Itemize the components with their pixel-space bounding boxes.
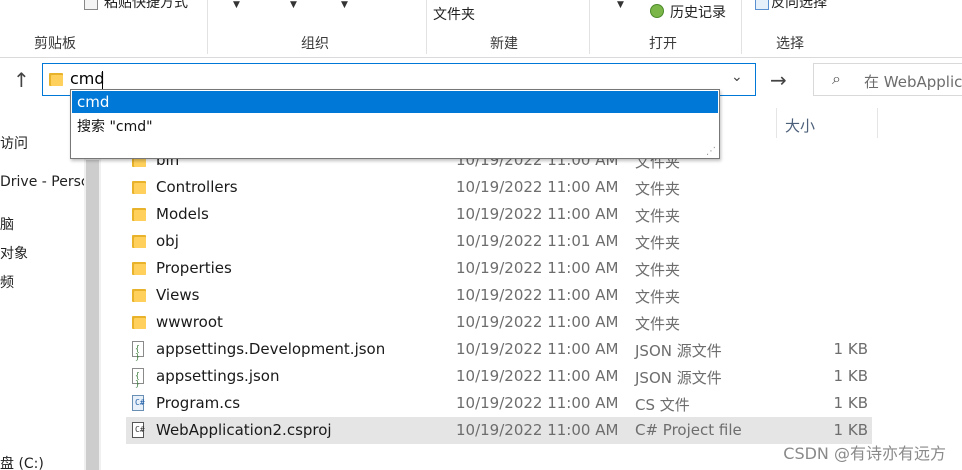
file-date: 10/19/2022 11:00 AM xyxy=(456,367,619,385)
file-row[interactable]: Views 10/19/2022 11:00 AM 文件夹 xyxy=(126,282,872,309)
file-name: wwwroot xyxy=(156,313,223,331)
file-size: 1 KB xyxy=(833,367,868,385)
file-name: Views xyxy=(156,286,200,304)
file-date: 10/19/2022 11:00 AM xyxy=(456,313,619,331)
file-name: Program.cs xyxy=(156,394,241,412)
cs-file-icon: C# xyxy=(131,395,147,411)
file-row[interactable]: Controllers 10/19/2022 11:00 AM 文件夹 xyxy=(126,174,872,201)
resize-grip-icon[interactable]: ⋰ xyxy=(706,146,716,157)
file-row[interactable]: C# WebApplication2.csproj 10/19/2022 11:00… xyxy=(126,417,872,444)
file-size: 1 KB xyxy=(833,394,868,412)
file-date: 10/19/2022 11:00 AM xyxy=(456,259,619,277)
file-date: 10/19/2022 11:00 AM xyxy=(456,178,619,196)
file-date: 10/19/2022 11:01 AM xyxy=(456,232,619,250)
file-row[interactable]: Properties 10/19/2022 11:00 AM 文件夹 xyxy=(126,255,872,282)
folder-icon xyxy=(131,287,147,303)
file-type: JSON 源文件 xyxy=(635,342,722,360)
file-date: 10/19/2022 11:00 AM xyxy=(456,286,619,304)
folder-icon xyxy=(131,260,147,276)
file-type: 文件夹 xyxy=(635,315,681,333)
folder-icon xyxy=(131,179,147,195)
file-date: 10/19/2022 11:00 AM xyxy=(456,205,619,223)
file-name: Controllers xyxy=(156,178,238,196)
file-name: appsettings.Development.json xyxy=(156,340,386,358)
file-type: 文件夹 xyxy=(635,288,681,306)
folder-icon xyxy=(131,314,147,330)
file-date: 10/19/2022 11:00 AM xyxy=(456,340,619,358)
file-date: 10/19/2022 11:00 AM xyxy=(456,421,619,439)
file-size: 1 KB xyxy=(833,340,868,358)
file-name: WebApplication2.csproj xyxy=(156,421,332,439)
json-file-icon: { } xyxy=(131,341,147,361)
file-row[interactable]: wwwroot 10/19/2022 11:00 AM 文件夹 xyxy=(126,309,872,336)
file-date: 10/19/2022 11:00 AM xyxy=(456,394,619,412)
file-row[interactable]: Models 10/19/2022 11:00 AM 文件夹 xyxy=(126,201,872,228)
file-type: CS 文件 xyxy=(635,396,690,414)
suggestion-label: cmd xyxy=(77,93,110,111)
file-row[interactable]: { } appsettings.Development.json 10/19/202… xyxy=(126,336,872,363)
watermark: CSDN @有诗亦有远方 xyxy=(783,444,946,463)
file-type: 文件夹 xyxy=(635,234,681,252)
file-row[interactable]: { } appsettings.json 10/19/2022 11:00 AM JS… xyxy=(126,363,872,390)
file-list: bin 10/19/2022 11:00 AM 文件夹 Controllers 10/1… xyxy=(0,0,962,470)
file-row[interactable]: C# Program.cs 10/19/2022 11:00 AM CS 文件 1 KB xyxy=(126,390,872,417)
file-type: 文件夹 xyxy=(635,180,681,198)
suggestion-item[interactable]: cmd xyxy=(72,91,718,113)
file-name: Properties xyxy=(156,259,232,277)
file-name: Models xyxy=(156,205,209,223)
csproj-file-icon: C# xyxy=(131,422,147,438)
file-size: 1 KB xyxy=(833,421,868,439)
autocomplete-dropdown: cmd 搜索 "cmd" ⋰ xyxy=(70,89,720,159)
file-type: 文件夹 xyxy=(635,207,681,225)
file-type: JSON 源文件 xyxy=(635,369,722,387)
file-name: appsettings.json xyxy=(156,367,280,385)
folder-icon xyxy=(131,206,147,222)
file-row[interactable]: obj 10/19/2022 11:01 AM 文件夹 xyxy=(126,228,872,255)
suggestion-label: 搜索 "cmd" xyxy=(77,119,153,135)
file-type: 文件夹 xyxy=(635,261,681,279)
suggestion-item[interactable]: 搜索 "cmd" xyxy=(72,114,718,136)
folder-icon xyxy=(131,233,147,249)
file-type: C# Project file xyxy=(635,421,742,439)
json-file-icon: { } xyxy=(131,368,147,388)
file-name: obj xyxy=(156,232,179,250)
